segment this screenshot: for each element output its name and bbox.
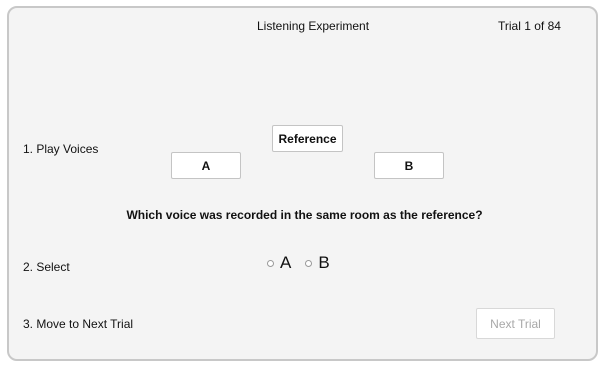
radio-label-a: A	[280, 253, 292, 272]
radio-button-a[interactable]	[267, 259, 274, 267]
radio-option-a[interactable]: A	[267, 253, 291, 273]
radio-option-b[interactable]: B	[305, 253, 330, 273]
play-b-button[interactable]: B	[374, 152, 444, 179]
answer-radio-group: A B	[267, 253, 344, 273]
page-title: Listening Experiment	[257, 19, 370, 33]
next-trial-button[interactable]: Next Trial	[476, 308, 555, 339]
step-select-label: 2. Select	[23, 260, 70, 274]
step-next-label: 3. Move to Next Trial	[23, 317, 134, 331]
reference-button[interactable]: Reference	[272, 125, 343, 152]
experiment-panel: Listening Experiment Trial 1 of 84 1. Pl…	[7, 6, 598, 361]
step-play-voices-label: 1. Play Voices	[23, 142, 99, 156]
radio-label-b: B	[318, 253, 330, 272]
trial-counter: Trial 1 of 84	[498, 19, 561, 33]
question-text: Which voice was recorded in the same roo…	[126, 208, 483, 222]
radio-button-b[interactable]	[305, 259, 313, 267]
play-a-button[interactable]: A	[171, 152, 241, 179]
